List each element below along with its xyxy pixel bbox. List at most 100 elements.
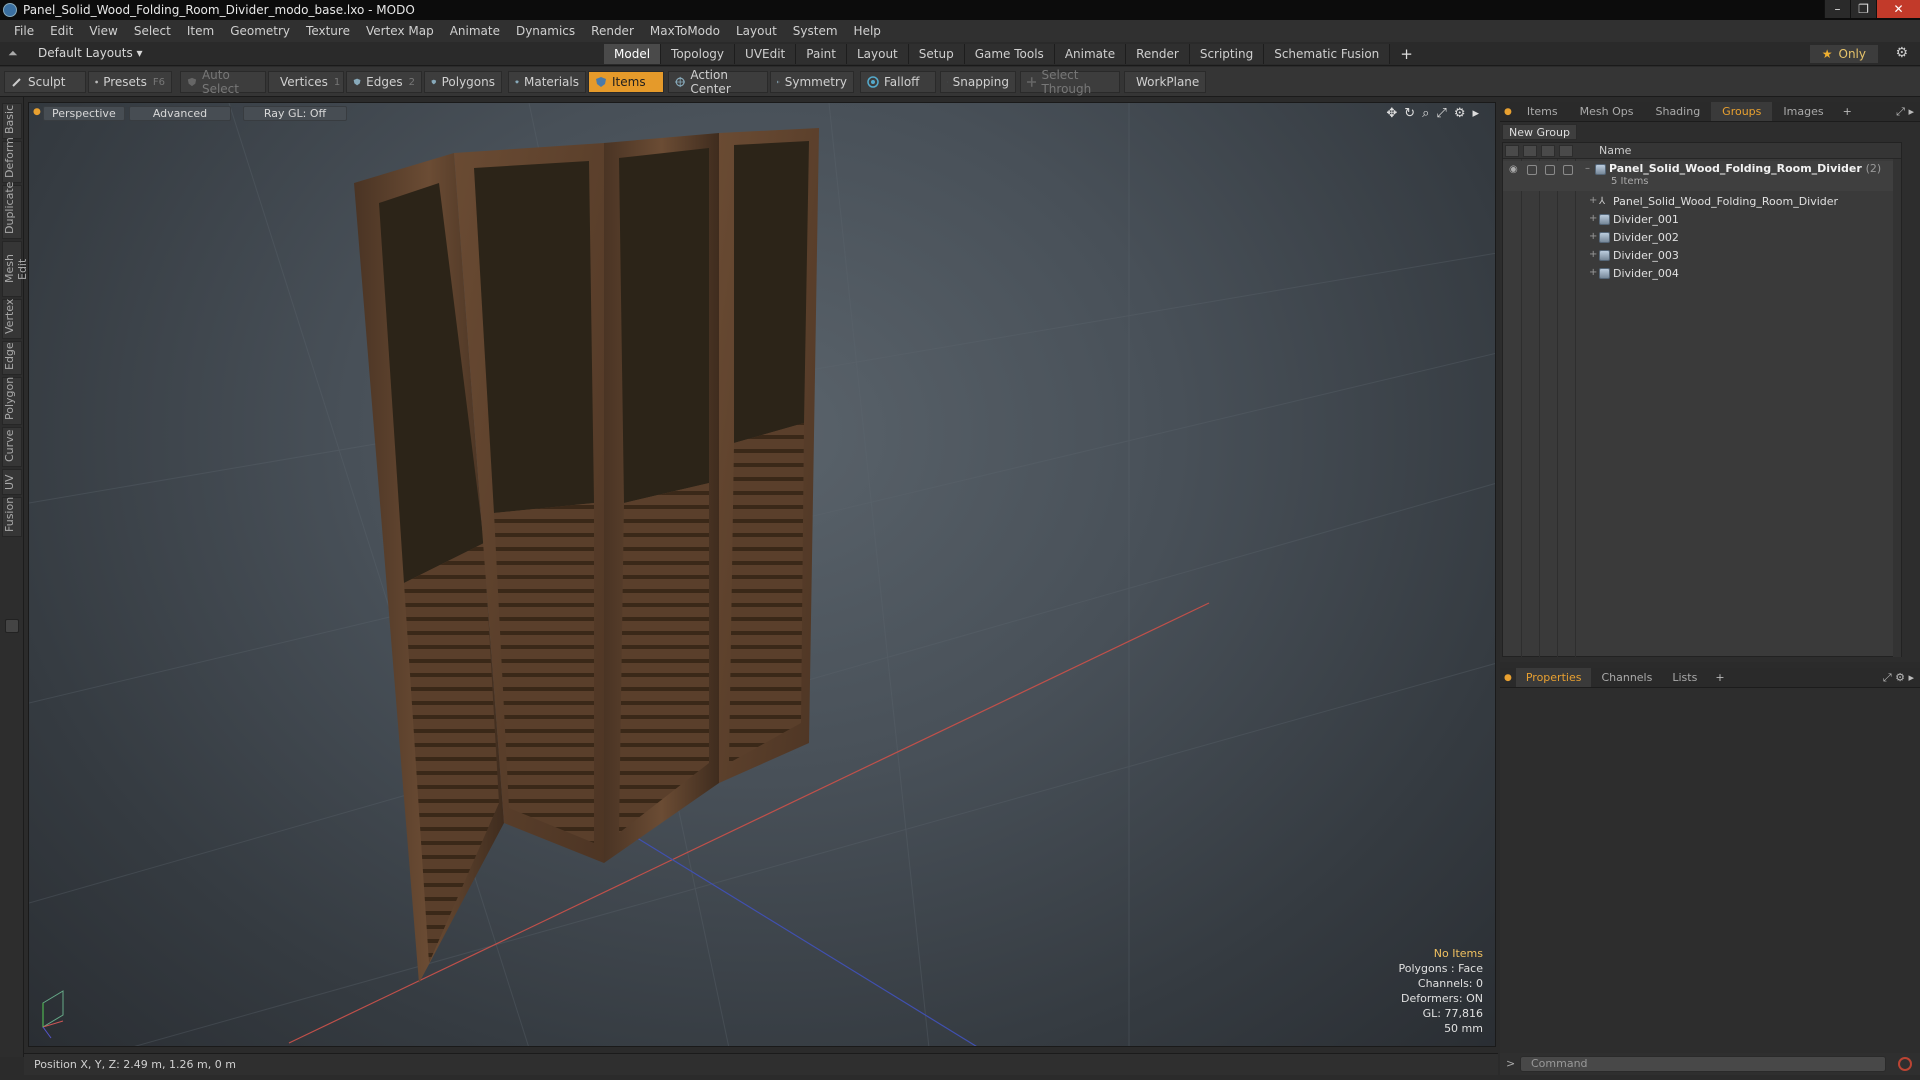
tab-shading[interactable]: Shading xyxy=(1644,102,1711,121)
new-group-button[interactable]: New Group xyxy=(1502,124,1577,140)
gear-icon[interactable]: ⚙ xyxy=(1895,45,1908,61)
tab-paint[interactable]: Paint xyxy=(796,44,847,64)
edges-button[interactable]: Edges 2 xyxy=(346,71,422,93)
tab-schematic-fusion[interactable]: Schematic Fusion xyxy=(1264,44,1391,64)
menu-system[interactable]: System xyxy=(785,20,846,42)
divider-panel-4[interactable] xyxy=(719,128,819,783)
tab-images[interactable]: Images xyxy=(1772,102,1834,121)
expand-icon[interactable]: + xyxy=(1589,231,1597,242)
command-history-icon[interactable]: > xyxy=(1506,1057,1515,1070)
menu-view[interactable]: View xyxy=(81,20,125,42)
vertices-button[interactable]: Vertices 1 xyxy=(268,71,344,93)
command-input[interactable]: Command xyxy=(1520,1056,1886,1072)
maximize-icon[interactable]: ⤢ xyxy=(1436,106,1446,121)
tab-lists[interactable]: Lists xyxy=(1662,668,1707,687)
tab-setup[interactable]: Setup xyxy=(908,44,965,64)
tab-render[interactable]: Render xyxy=(1126,44,1190,64)
only-button[interactable]: ★ Only xyxy=(1809,45,1878,63)
menu-render[interactable]: Render xyxy=(583,20,642,42)
menu-animate[interactable]: Animate xyxy=(442,20,508,42)
render-column-icon[interactable] xyxy=(1541,145,1555,157)
tab-items[interactable]: Items xyxy=(1516,102,1569,121)
add-tab-button[interactable]: + xyxy=(1390,44,1423,64)
panel-menu-icon[interactable]: ● xyxy=(1500,102,1516,121)
close-button[interactable]: ✕ xyxy=(1876,0,1920,18)
group-row[interactable]: ◉ – Panel_Solid_Wood_Folding_Room_Divide… xyxy=(1503,161,1901,191)
viewport-menu-icon[interactable]: ● xyxy=(33,107,41,117)
sculpt-button[interactable]: Sculpt xyxy=(4,71,86,93)
viewport-arrow-icon[interactable]: ▸ xyxy=(1472,106,1479,121)
falloff-button[interactable]: Falloff xyxy=(860,71,936,93)
record-macro-icon[interactable] xyxy=(1898,1057,1912,1071)
tab-animate[interactable]: Animate xyxy=(1054,44,1127,64)
tab-channels[interactable]: Channels xyxy=(1591,668,1662,687)
tab-scripting[interactable]: Scripting xyxy=(1189,44,1265,64)
tab-groups[interactable]: Groups xyxy=(1711,102,1773,121)
collapse-icon[interactable]: – xyxy=(1585,163,1590,174)
workplane-button[interactable]: WorkPlane xyxy=(1124,71,1206,93)
viewport-scene[interactable] xyxy=(29,103,1496,1047)
layout-collapse-icon[interactable]: ⏶ xyxy=(8,46,18,61)
menu-texture[interactable]: Texture xyxy=(298,20,358,42)
minimize-button[interactable]: – xyxy=(1824,0,1850,18)
select-checkbox[interactable] xyxy=(1563,165,1573,175)
menu-dynamics[interactable]: Dynamics xyxy=(508,20,583,42)
vtab-vertex[interactable]: Vertex xyxy=(2,299,22,339)
auto-select-button[interactable]: Auto Select xyxy=(180,68,266,96)
divider-panel-3[interactable] xyxy=(604,133,719,863)
tab-mesh-ops[interactable]: Mesh Ops xyxy=(1569,102,1645,121)
menu-file[interactable]: File xyxy=(6,20,42,42)
select-column-icon[interactable] xyxy=(1559,145,1573,157)
tab-uvedit[interactable]: UVEdit xyxy=(735,44,797,64)
viewport-gear-icon[interactable]: ⚙ xyxy=(1454,106,1466,121)
menu-layout[interactable]: Layout xyxy=(728,20,785,42)
menu-vertex-map[interactable]: Vertex Map xyxy=(358,20,442,42)
list-item[interactable]: + Divider_004 xyxy=(1503,265,1901,283)
snapping-button[interactable]: Snapping xyxy=(940,71,1016,93)
pan-icon[interactable]: ✥ xyxy=(1386,106,1397,121)
add-panel-tab-button[interactable]: + xyxy=(1835,102,1860,121)
panel-expand-icon[interactable]: ⤢ ▸ xyxy=(1896,105,1914,119)
list-scrollbar[interactable] xyxy=(1893,159,1901,657)
eye-icon[interactable]: ◉ xyxy=(1509,164,1521,176)
raygl-button[interactable]: Ray GL: Off xyxy=(243,106,347,121)
expand-icon[interactable]: + xyxy=(1589,195,1597,206)
items-button[interactable]: Items xyxy=(588,71,664,93)
materials-button[interactable]: Materials xyxy=(508,71,586,93)
menu-select[interactable]: Select xyxy=(126,20,179,42)
menu-geometry[interactable]: Geometry xyxy=(222,20,298,42)
menu-item[interactable]: Item xyxy=(179,20,222,42)
vtab-fusion[interactable]: Fusion xyxy=(2,497,22,537)
list-item[interactable]: + Divider_001 xyxy=(1503,211,1901,229)
zoom-icon[interactable]: ⌕ xyxy=(1422,106,1429,121)
rotate-icon[interactable]: ↻ xyxy=(1404,106,1415,121)
polygons-button[interactable]: Polygons xyxy=(424,71,502,93)
render-checkbox[interactable] xyxy=(1545,165,1555,175)
vtab-duplicate[interactable]: Duplicate xyxy=(2,182,22,239)
list-item[interactable]: + ⅄ Panel_Solid_Wood_Folding_Room_Divide… xyxy=(1503,193,1901,211)
expand-icon[interactable]: + xyxy=(1589,213,1597,224)
presets-button[interactable]: Presets F6 xyxy=(88,71,172,93)
symmetry-button[interactable]: Symmetry xyxy=(770,71,854,93)
3d-viewport[interactable]: ● Perspective Advanced Ray GL: Off ✥ ↻ ⌕… xyxy=(28,102,1496,1047)
visibility-column-icon[interactable] xyxy=(1505,145,1519,157)
default-layouts-dropdown[interactable]: Default Layouts ▾ xyxy=(38,46,143,60)
lock-checkbox[interactable] xyxy=(1527,165,1537,175)
action-center-button[interactable]: Action Center xyxy=(668,68,768,96)
panel-toggle-button[interactable] xyxy=(5,619,19,633)
vtab-deform[interactable]: Deform xyxy=(2,137,22,183)
vtab-basic[interactable]: Basic xyxy=(2,103,22,139)
menu-help[interactable]: Help xyxy=(846,20,889,42)
properties-expand-icon[interactable]: ⤢ ⚙ ▸ xyxy=(1883,671,1914,685)
tab-model[interactable]: Model xyxy=(604,44,662,64)
list-item[interactable]: + Divider_002 xyxy=(1503,229,1901,247)
tab-topology[interactable]: Topology xyxy=(661,44,736,64)
expand-icon[interactable]: + xyxy=(1589,267,1597,278)
lock-column-icon[interactable] xyxy=(1523,145,1537,157)
advanced-button[interactable]: Advanced xyxy=(129,106,231,121)
select-through-button[interactable]: Select Through xyxy=(1020,68,1120,96)
vtab-mesh-edit[interactable]: Mesh Edit xyxy=(2,241,29,297)
vtab-uv[interactable]: UV xyxy=(2,469,22,495)
add-properties-tab-button[interactable]: + xyxy=(1707,668,1732,687)
properties-menu-icon[interactable]: ● xyxy=(1500,668,1516,687)
